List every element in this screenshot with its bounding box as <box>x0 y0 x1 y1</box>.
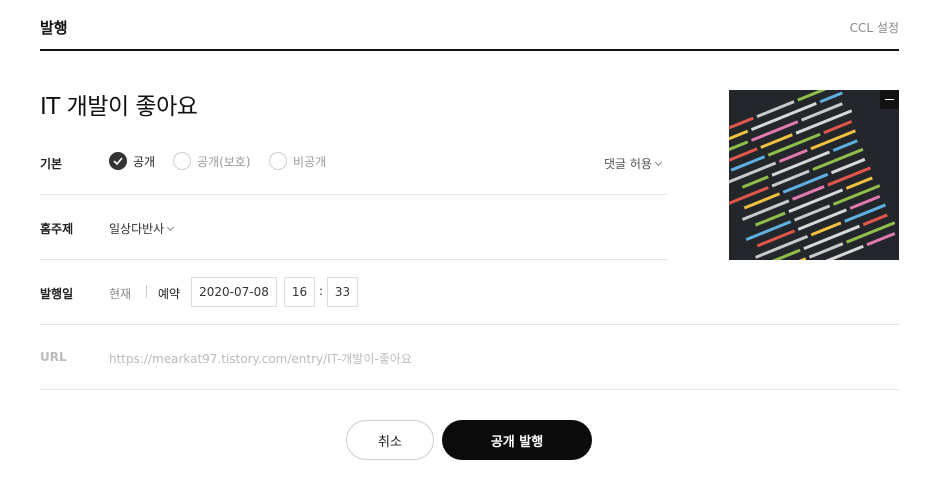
radio-public-label: 공개 <box>133 154 156 169</box>
post-title: IT 개발이 좋아요 <box>40 94 198 120</box>
topic-label: 홈주제 <box>40 222 74 236</box>
radio-public[interactable]: 공개 <box>109 152 155 170</box>
publish-header: 발행 CCL 설정 <box>40 0 899 51</box>
radio-private-label: 비공개 <box>293 154 327 169</box>
dialog-title: 발행 <box>40 19 68 37</box>
divider <box>40 389 899 390</box>
thumbnail-image[interactable] <box>729 90 899 260</box>
chevron-down-icon <box>654 158 663 166</box>
chevron-down-icon <box>167 223 175 231</box>
comment-permission-dropdown[interactable]: 댓글 허용 <box>604 155 663 172</box>
post-url: https://mearkat97.tistory.com/entry/IT-개… <box>109 352 412 366</box>
hour-input[interactable]: 16 <box>284 277 315 307</box>
divider <box>40 324 899 325</box>
radio-private[interactable]: 비공개 <box>269 152 326 170</box>
publish-reserve-option[interactable]: 예약 <box>158 285 180 302</box>
ccl-settings-link[interactable]: CCL 설정 <box>850 19 899 36</box>
time-colon: : <box>319 284 324 298</box>
separator <box>146 285 147 298</box>
minus-icon <box>885 98 894 101</box>
publish-now-option[interactable]: 현재 <box>109 285 131 302</box>
radio-circle-icon <box>269 152 287 170</box>
publish-button[interactable]: 공개 발행 <box>442 420 592 460</box>
radio-circle-icon <box>173 152 191 170</box>
radio-protected[interactable]: 공개(보호) <box>173 152 251 170</box>
comment-permission-label: 댓글 허용 <box>604 157 652 171</box>
radio-protected-label: 공개(보호) <box>197 154 251 169</box>
date-input[interactable]: 2020-07-08 <box>191 277 277 307</box>
remove-thumbnail-button[interactable] <box>880 90 899 109</box>
url-label: URL <box>40 350 67 364</box>
divider <box>40 194 667 195</box>
minute-input[interactable]: 33 <box>327 277 358 307</box>
visibility-label: 기본 <box>40 157 63 171</box>
publish-date-label: 발행일 <box>40 287 74 301</box>
code-screenshot-image <box>729 90 899 260</box>
topic-dropdown[interactable]: 일상다반사 <box>109 220 175 237</box>
check-icon <box>109 152 127 170</box>
divider <box>40 259 667 260</box>
cancel-button[interactable]: 취소 <box>346 420 434 460</box>
topic-value: 일상다반사 <box>109 222 165 236</box>
